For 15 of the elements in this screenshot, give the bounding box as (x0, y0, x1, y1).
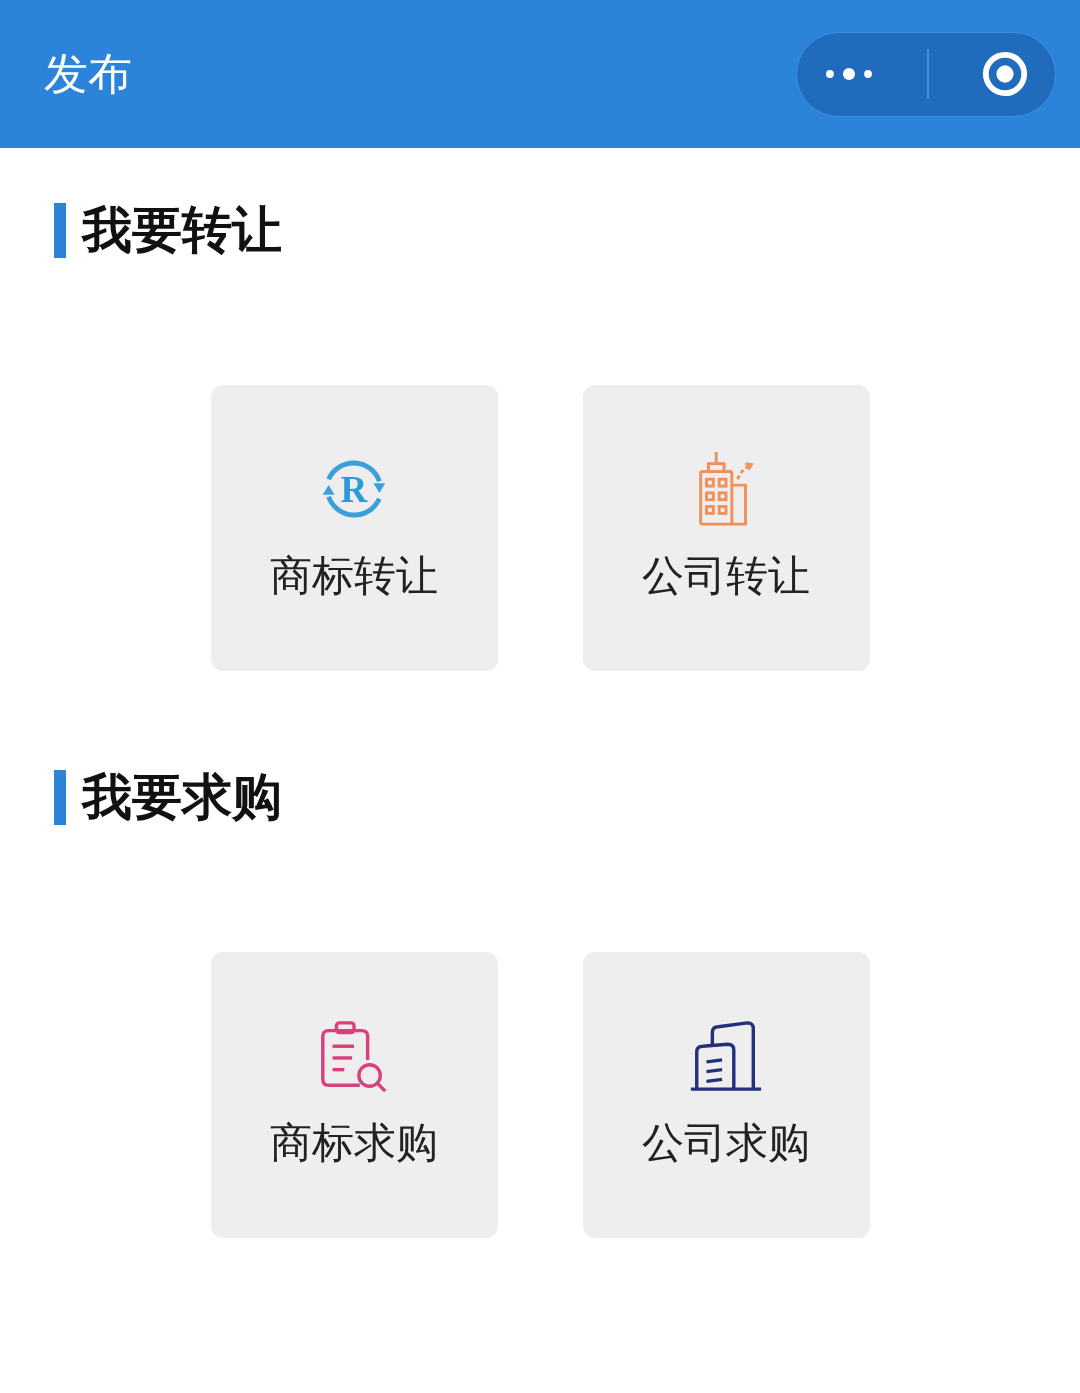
heading-accent-bar (54, 770, 66, 825)
more-icon[interactable] (823, 65, 875, 83)
option-label: 公司转让 (642, 550, 810, 602)
close-icon[interactable] (981, 50, 1029, 98)
option-card[interactable]: 公司求购 (582, 952, 870, 1238)
page-title: 发布 (44, 46, 132, 101)
heading-accent-bar (54, 203, 66, 258)
option-label: 公司求购 (642, 1117, 810, 1169)
option-card[interactable]: 商标求购 (210, 952, 498, 1238)
option-card[interactable]: 公司转让 (582, 385, 870, 671)
option-label: 商标求购 (270, 1117, 438, 1169)
section-heading: 我要求购 (82, 767, 282, 828)
section-heading: 我要转让 (82, 200, 282, 261)
option-card[interactable]: R 商标转让 (210, 385, 498, 671)
option-label: 商标转让 (270, 550, 438, 602)
